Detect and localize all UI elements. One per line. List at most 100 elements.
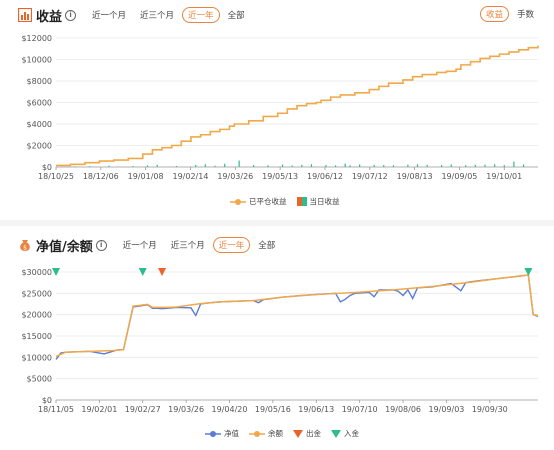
svg-text:$: $ (23, 245, 27, 252)
legend-item-withdrawal[interactable]: 出金 (293, 428, 321, 439)
legend-item-daily-profit[interactable]: 当日收益 (296, 196, 340, 207)
tab-last-year[interactable]: 近一年 (212, 237, 251, 253)
x-tick-label: 19/05/16 (255, 405, 291, 414)
equity-chart: $0 $5000 $10000 $15000 $20000 $25000 $30000 18/… (21, 268, 539, 414)
y-tick-label: $10000 (21, 56, 52, 65)
daily-profit-bar (156, 164, 158, 167)
x-tick-label: 19/09/03 (428, 405, 464, 414)
legend-label: 已平仓收益 (249, 197, 287, 206)
y-tick-label: $15000 (21, 332, 52, 341)
daily-profit-bar (175, 165, 178, 167)
y-tick-label: $10000 (21, 353, 52, 362)
x-tick-label: 19/03/26 (217, 172, 253, 181)
daily-profit-bar (373, 164, 375, 167)
x-tick-label: 19/05/13 (262, 172, 298, 181)
legend-item-equity[interactable]: 净值 (205, 428, 239, 439)
daily-profit-bar (253, 165, 255, 167)
profit-panel: 收益 i 近一个月 近三个月 近一年 全部 收益 手数 $0 $2000 $4000… (0, 0, 554, 215)
equity-legend: 净值 余额 出金 入金 (205, 428, 369, 439)
x-tick-label: 19/06/13 (298, 405, 334, 414)
profit-header: 收益 i 近一个月 近三个月 近一年 全部 (18, 4, 253, 26)
x-tick-label: 18/10/25 (38, 172, 74, 181)
daily-profit-bar (383, 165, 385, 167)
x-tick-label: 19/08/13 (397, 172, 433, 181)
daily-profit-bar (392, 165, 394, 167)
daily-profit-bar (344, 163, 346, 167)
equity-header: $ 净值/余额 i 近一个月 近三个月 近一年 全部 (18, 234, 283, 256)
info-icon[interactable]: i (65, 9, 77, 21)
daily-profit-bar (74, 166, 76, 167)
equity-range-tabs: 近一个月 近三个月 近一年 全部 (117, 237, 284, 253)
profit-legend: 已平仓收益 当日收益 (230, 196, 350, 207)
daily-profit-bar (281, 164, 284, 167)
bar-chart-icon (18, 8, 32, 22)
x-tick-label: 19/07/10 (342, 405, 378, 414)
x-tick-label: 19/01/08 (128, 172, 164, 181)
y-tick-label: $2000 (27, 142, 52, 151)
daily-profit-bar (334, 165, 337, 167)
tab-last-3-months[interactable]: 近三个月 (165, 237, 211, 253)
x-tick-label: 19/09/05 (441, 172, 477, 181)
daily-profit-bar (426, 164, 428, 167)
daily-profit-bar (132, 166, 134, 167)
info-icon[interactable]: i (95, 239, 107, 251)
daily-profit-bar (407, 164, 409, 167)
tab-last-3-months[interactable]: 近三个月 (134, 7, 180, 23)
legend-line-marker (205, 430, 221, 437)
daily-profit-bar (359, 164, 361, 167)
x-tick-label: 19/08/06 (385, 405, 421, 414)
daily-profit-bar (503, 165, 505, 167)
x-tick-label: 19/02/01 (81, 405, 117, 414)
daily-profit-bar (301, 164, 303, 167)
panel-divider (0, 220, 554, 226)
profit-mode-tabs: 收益 手数 (479, 6, 542, 22)
equity-line (55, 274, 539, 360)
legend-item-balance[interactable]: 余额 (249, 428, 283, 439)
daily-profit-bar (195, 165, 197, 167)
daily-profit-bar (224, 163, 226, 167)
daily-profit-bar (310, 164, 313, 167)
daily-profit-bar (494, 164, 496, 167)
legend-label: 净值 (224, 429, 239, 438)
x-tick-label: 18/11/05 (38, 405, 74, 414)
x-tick-label: 19/09/30 (472, 405, 508, 414)
equity-title: 净值/余额 (36, 239, 93, 255)
x-tick-label: 19/04/20 (212, 405, 248, 414)
legend-line-marker (249, 430, 265, 437)
closed-profit-line (56, 45, 539, 167)
daily-profit-bar (484, 164, 486, 167)
tab-lots[interactable]: 手数 (511, 6, 540, 22)
x-tick-label: 19/06/12 (307, 172, 343, 181)
tab-profit[interactable]: 收益 (479, 6, 509, 22)
x-tick-label: 19/02/14 (173, 172, 209, 181)
legend-item-deposit[interactable]: 入金 (331, 428, 359, 439)
x-tick-label: 18/12/06 (83, 172, 119, 181)
legend-label: 入金 (344, 429, 359, 438)
y-tick-label: $0 (42, 163, 52, 172)
tab-all[interactable]: 全部 (222, 7, 251, 23)
daily-profit-bar (325, 165, 327, 167)
y-tick-label: $30000 (21, 268, 52, 277)
tab-all[interactable]: 全部 (252, 237, 281, 253)
legend-item-closed-profit[interactable]: 已平仓收益 (230, 196, 287, 207)
legend-label: 余额 (268, 429, 283, 438)
tab-last-month[interactable]: 近一个月 (86, 7, 132, 23)
tab-last-year[interactable]: 近一年 (182, 7, 220, 23)
daily-profit-bar (146, 165, 149, 167)
x-tick-label: 19/10/01 (486, 172, 522, 181)
profit-range-tabs: 近一个月 近三个月 近一年 全部 (86, 7, 253, 23)
daily-profit-bar (474, 164, 476, 167)
money-bag-icon: $ (20, 240, 30, 252)
daily-profit-bar (238, 160, 240, 167)
profit-chart: $0 $2000 $4000 $6000 $8000 $10000 $12000 18/10/… (21, 34, 539, 181)
tab-last-month[interactable]: 近一个月 (117, 237, 163, 253)
daily-profit-bar (522, 164, 525, 167)
legend-line-marker (230, 198, 246, 205)
daily-profit-bar (214, 165, 216, 167)
y-tick-label: $6000 (27, 99, 52, 108)
daily-profit-bar (267, 165, 269, 167)
x-tick-label: 19/02/27 (125, 405, 161, 414)
daily-profit-bar (450, 164, 452, 167)
legend-label: 当日收益 (309, 197, 340, 206)
legend-bar-marker (296, 197, 307, 206)
